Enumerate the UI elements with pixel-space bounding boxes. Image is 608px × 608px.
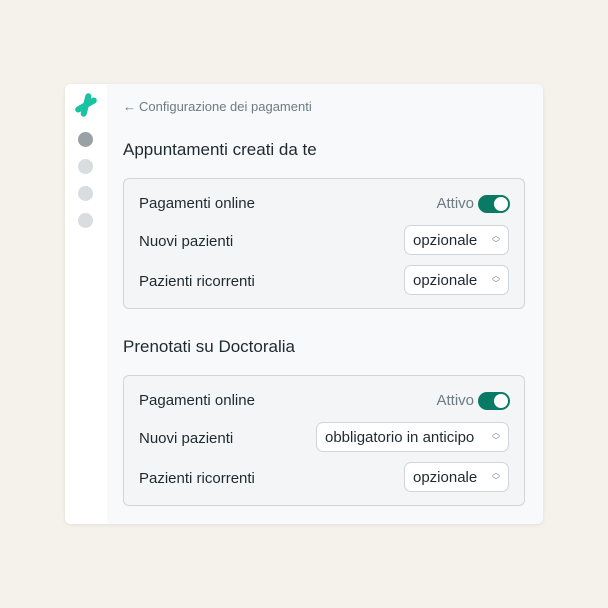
sidebar-item-2[interactable] (78, 159, 93, 174)
returning-patients-select[interactable]: opzionale ︿ ﹀ (404, 265, 509, 295)
returning-patients-label: Pazienti ricorrenti (139, 470, 255, 487)
chevron-updown-icon: ︿ ﹀ (492, 428, 500, 445)
payments-status-text: Attivo (436, 195, 474, 212)
returning-patients-select[interactable]: opzionale ︿ ﹀ (404, 462, 509, 492)
select-value: obbligatorio in anticipo (325, 428, 475, 446)
section-title-created-by-you: Appuntamenti creati da te (123, 140, 317, 159)
back-link-label: Configurazione dei pagamenti (139, 99, 312, 114)
online-payments-toggle[interactable] (478, 195, 510, 213)
toggle-knob (494, 197, 508, 211)
payments-status-text: Attivo (436, 392, 474, 409)
select-value: opzionale (413, 271, 478, 289)
payments-card-created-by-you: Pagamenti online Attivo Nuovi pazienti o… (123, 178, 525, 309)
sidebar (65, 84, 107, 524)
chevron-updown-icon: ︿ ﹀ (492, 231, 500, 248)
app-window: ← Configurazione dei pagamenti Appuntame… (65, 84, 543, 524)
select-value: opzionale (413, 231, 478, 249)
online-payments-label: Pagamenti online (139, 392, 255, 409)
new-patients-label: Nuovi pazienti (139, 430, 234, 447)
chevron-updown-icon: ︿ ﹀ (492, 271, 500, 288)
new-patients-select[interactable]: opzionale ︿ ﹀ (404, 225, 509, 255)
payments-card-booked-on-doctoralia: Pagamenti online Attivo Nuovi pazienti o… (123, 375, 525, 506)
returning-patients-label: Pazienti ricorrenti (139, 273, 255, 290)
online-payments-toggle[interactable] (478, 392, 510, 410)
new-patients-select[interactable]: obbligatorio in anticipo ︿ ﹀ (316, 422, 509, 452)
sidebar-item-4[interactable] (78, 213, 93, 228)
back-link[interactable]: ← Configurazione dei pagamenti (123, 99, 312, 114)
back-arrow-icon: ← (123, 99, 136, 114)
online-payments-label: Pagamenti online (139, 195, 255, 212)
sidebar-item-1[interactable] (78, 132, 93, 147)
section-title-booked-on-doctoralia: Prenotati su Doctoralia (123, 337, 295, 356)
select-value: opzionale (413, 468, 478, 486)
chevron-updown-icon: ︿ ﹀ (492, 468, 500, 485)
toggle-knob (494, 394, 508, 408)
doctoralia-logo-icon[interactable] (73, 92, 99, 118)
new-patients-label: Nuovi pazienti (139, 233, 234, 250)
sidebar-item-3[interactable] (78, 186, 93, 201)
main-content: ← Configurazione dei pagamenti Appuntame… (107, 84, 543, 524)
page-background: ← Configurazione dei pagamenti Appuntame… (0, 0, 608, 608)
